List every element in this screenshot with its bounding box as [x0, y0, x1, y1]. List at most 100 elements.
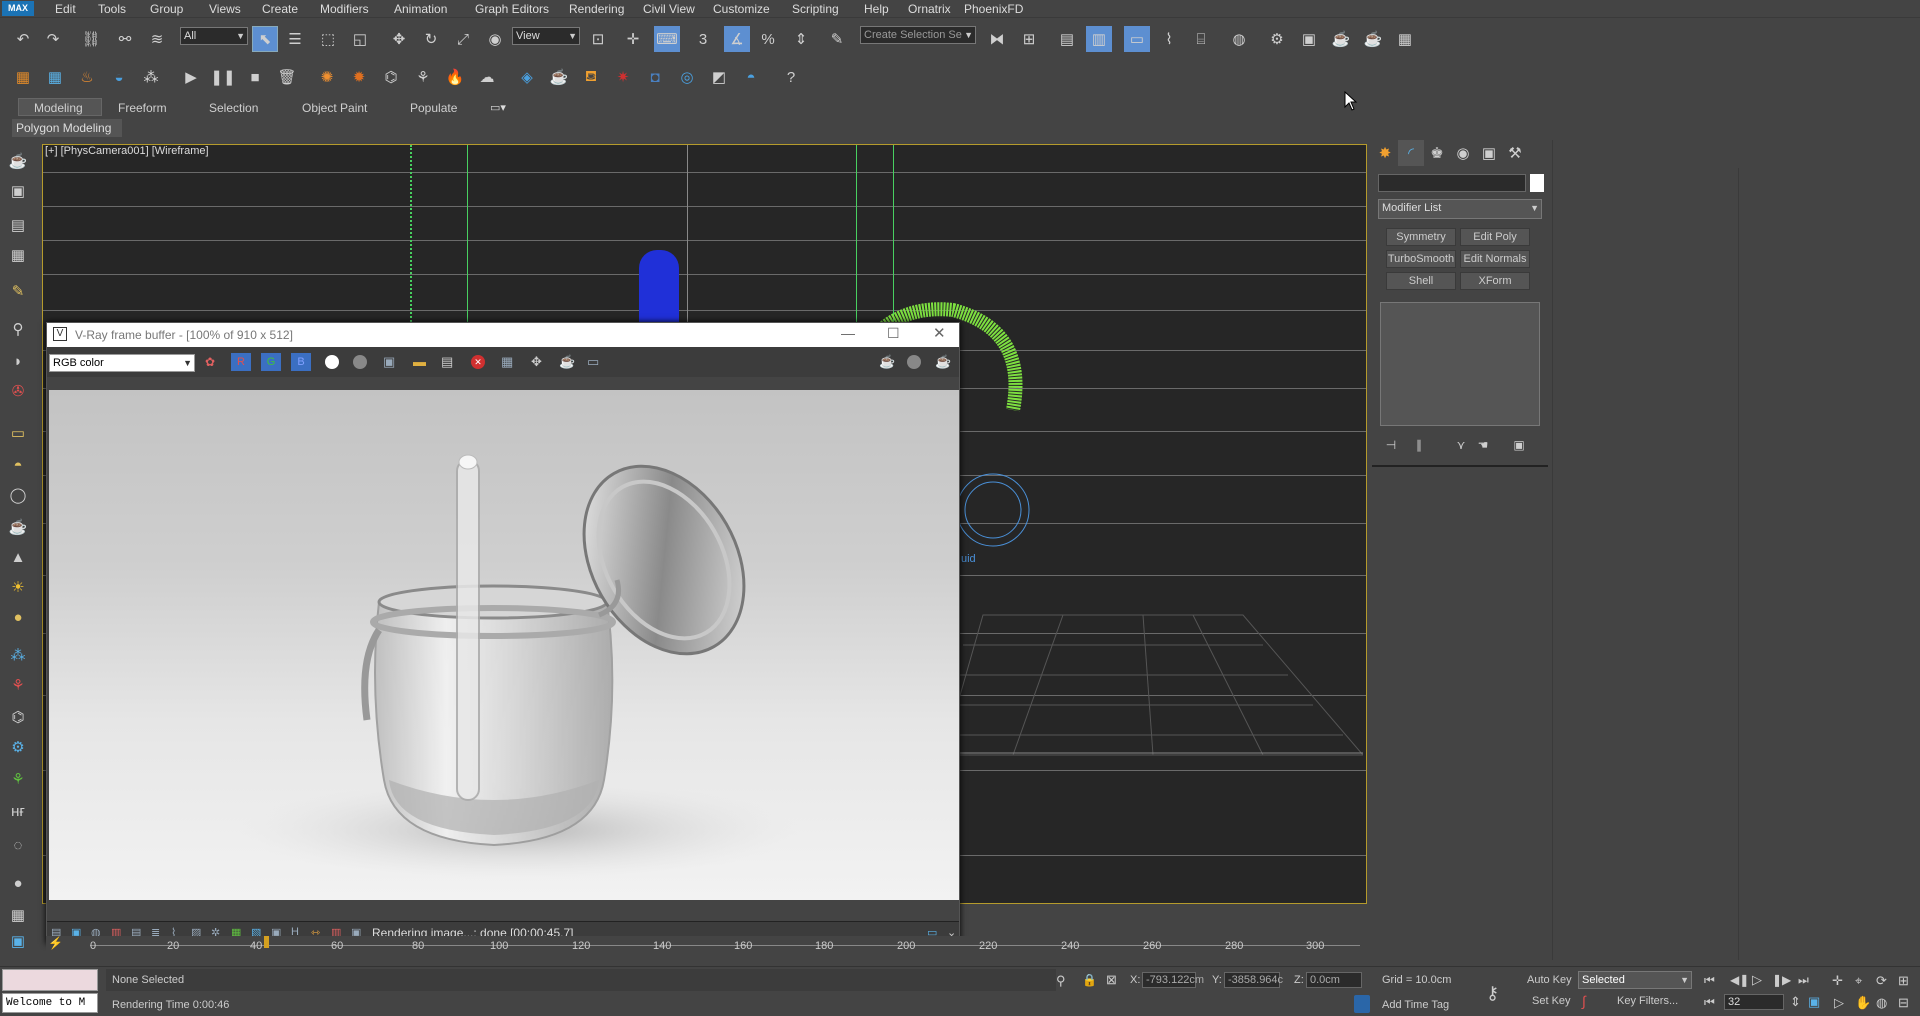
key-mode-toggle-icon[interactable]: ⏮ [1704, 995, 1715, 1010]
time-configuration-icon[interactable]: ▣ [1808, 994, 1820, 1010]
key-mode-select[interactable]: Selected ▼ [1578, 971, 1692, 989]
vfb-titlebar[interactable]: V V-Ray frame buffer - [100% of 910 x 51… [47, 323, 959, 347]
time-slider-handle[interactable] [264, 936, 269, 948]
maximize-viewport-icon[interactable]: ⊞ [1898, 973, 1909, 989]
hair-icon[interactable]: ⚘ [5, 672, 31, 698]
symmetry-button[interactable]: Symmetry [1386, 228, 1456, 246]
fire-source-icon[interactable]: ♨ [74, 64, 100, 90]
pan-icon[interactable]: ✋ [1855, 995, 1871, 1011]
select-object-icon[interactable]: ⬉ [252, 26, 278, 52]
helper-icon[interactable]: ⚲ [5, 316, 31, 342]
flame-icon[interactable]: 🔥 [442, 64, 468, 90]
blue-object[interactable] [639, 250, 679, 330]
maxscript-listener-mini[interactable] [2, 969, 98, 991]
snap-toggle-icon[interactable]: 3 [690, 26, 716, 52]
menu-ornatrix[interactable]: Ornatrix [908, 2, 951, 16]
toggle-ribbon-icon[interactable]: ▭ [1124, 26, 1150, 52]
liquid-source-icon[interactable]: ◒ [106, 64, 132, 90]
modify-tab-icon[interactable]: ◜ [1398, 140, 1424, 166]
interactive-render-icon[interactable] [907, 355, 921, 369]
foam-icon[interactable]: ◓ [738, 64, 764, 90]
app-logo[interactable]: MAX [2, 1, 34, 16]
tab-freeform[interactable]: Freeform [118, 101, 167, 115]
timeline[interactable]: ⚡ [46, 936, 1366, 956]
modifier-list-select[interactable]: Modifier List ▼ [1378, 199, 1542, 219]
menu-customize[interactable]: Customize [713, 2, 770, 16]
go-to-end-icon[interactable]: ⏭ [1798, 973, 1809, 988]
stop-render-icon[interactable]: ✕ [471, 355, 485, 369]
rotate-icon[interactable]: ↻ [418, 26, 444, 52]
scale-icon[interactable]: ⤢ [450, 26, 476, 52]
move-icon[interactable]: ✥ [386, 26, 412, 52]
minimize-icon[interactable]: — [841, 325, 855, 341]
space-warp-icon[interactable]: ◗ [5, 348, 31, 374]
plane-icon[interactable]: ▭ [5, 420, 31, 446]
region-render-icon[interactable]: ▦ [501, 354, 515, 369]
y-coordinate-field[interactable]: -3858.964c [1224, 972, 1283, 988]
play-icon[interactable]: ▶ [178, 64, 204, 90]
liquid-sim-icon[interactable]: ◈ [514, 64, 540, 90]
guide-icon[interactable]: ◌ [5, 832, 31, 858]
select-by-name-icon[interactable]: ☰ [282, 26, 308, 52]
curve-editor-icon[interactable]: ⌇ [1156, 26, 1182, 52]
color-wheel-icon[interactable]: ✿ [205, 355, 219, 369]
grass-icon[interactable]: ⚘ [5, 766, 31, 792]
tab-selection[interactable]: Selection [209, 101, 258, 115]
object-color-swatch[interactable] [1530, 174, 1544, 192]
hierarchy-tab-icon[interactable]: ♚ [1424, 140, 1450, 166]
sun-icon[interactable]: ☀ [5, 574, 31, 600]
load-image-icon[interactable]: ▬ [413, 354, 427, 369]
previous-frame-icon[interactable]: ◀❚ [1730, 973, 1749, 987]
align-icon[interactable]: ⊞ [1016, 26, 1042, 52]
pause-icon[interactable]: ❚❚ [210, 64, 236, 90]
menu-scripting[interactable]: Scripting [792, 2, 839, 16]
keyboard-shortcut-override-icon[interactable]: ⌨ [654, 26, 680, 52]
tangent-icon[interactable]: ∫ [1582, 993, 1586, 1009]
delete-cache-icon[interactable]: 🗑 [274, 64, 300, 90]
sphere-icon[interactable]: ◯ [5, 482, 31, 508]
document-icon[interactable]: ▤ [5, 212, 31, 238]
ribbon-panel[interactable]: Polygon Modeling [12, 119, 122, 137]
teapot-icon[interactable]: ☕ [5, 148, 31, 174]
gear-icon[interactable]: ⚙ [5, 734, 31, 760]
selection-filter-select[interactable]: All ▼ [180, 27, 248, 45]
region-zoom-icon[interactable]: ⊟ [1898, 995, 1909, 1011]
select-manipulate-icon[interactable]: ✛ [620, 26, 646, 52]
vray-frame-buffer-window[interactable]: V V-Ray frame buffer - [100% of 910 x 51… [46, 322, 960, 944]
strand-icon[interactable]: ⌬ [5, 704, 31, 730]
vray-toolbox-icon[interactable]: ▦ [10, 64, 36, 90]
schematic-view-icon[interactable]: ⌸ [1188, 26, 1214, 52]
menu-civil-view[interactable]: Civil View [643, 2, 695, 16]
channel-select[interactable]: RGB color ▼ [49, 354, 195, 372]
key-icon[interactable]: ⚷ [1486, 983, 1499, 1004]
menu-create[interactable]: Create [262, 2, 298, 16]
green-channel-toggle[interactable]: G [261, 353, 281, 371]
shell-button[interactable]: Shell [1386, 272, 1456, 290]
bind-space-warp-icon[interactable]: ≋ [144, 26, 170, 52]
menu-edit[interactable]: Edit [55, 2, 76, 16]
track-mouse-icon[interactable]: ✥ [531, 354, 545, 369]
auto-key-button[interactable]: Auto Key [1527, 974, 1572, 986]
motion-tab-icon[interactable]: ◉ [1450, 140, 1476, 166]
camera-icon[interactable]: ◘ [642, 64, 668, 90]
angle-snap-icon[interactable]: ∡ [724, 26, 750, 52]
lock-icon[interactable]: 🔒 [1082, 973, 1097, 987]
ribbon-options-icon[interactable]: ▭▾ [490, 101, 506, 114]
ball-icon[interactable]: ● [5, 604, 31, 630]
z-coordinate-field[interactable]: 0.0cm [1306, 972, 1362, 988]
blue-channel-toggle[interactable]: B [291, 353, 311, 371]
isolate-icon[interactable]: ⚲ [1056, 973, 1066, 989]
rectangle-selection-icon[interactable]: ⬚ [315, 26, 341, 52]
redo-icon[interactable]: ↷ [40, 26, 66, 52]
scene-explorer-icon[interactable]: ▤ [1054, 26, 1080, 52]
fire-preset-icon[interactable]: ✹ [346, 64, 372, 90]
walkthrough-icon[interactable]: ◍ [1876, 995, 1887, 1011]
spinner-snap-icon[interactable]: ⇕ [788, 26, 814, 52]
edit-normals-button[interactable]: Edit Normals [1460, 250, 1530, 268]
display-tab-icon[interactable]: ▣ [1476, 140, 1502, 166]
grid-icon[interactable]: ▦ [5, 242, 31, 268]
cone-icon[interactable]: ▲ [5, 544, 31, 570]
fur-icon[interactable]: ⁂ [5, 642, 31, 668]
script-icon[interactable]: ▣ [5, 928, 31, 954]
utilities-tab-icon[interactable]: ⚒ [1502, 140, 1528, 166]
